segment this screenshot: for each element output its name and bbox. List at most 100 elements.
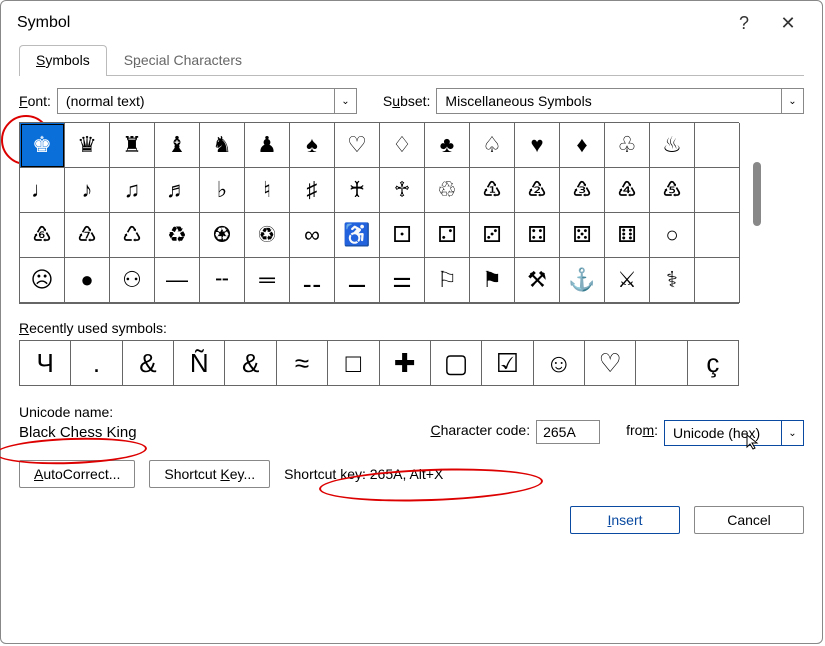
symbol-cell[interactable]: ♬ (155, 168, 200, 213)
symbol-cell[interactable]: ♱ (380, 168, 425, 213)
recent-cell[interactable]: ç (688, 341, 738, 385)
symbol-cell[interactable] (695, 213, 740, 258)
symbol-cell[interactable]: ♶ (605, 168, 650, 213)
insert-button[interactable]: Insert (570, 506, 680, 534)
symbol-cell[interactable]: ♠ (290, 123, 335, 168)
symbol-cell[interactable]: ⚄ (560, 213, 605, 258)
symbol-cell[interactable]: ♚ (20, 123, 65, 168)
symbol-cell[interactable]: ♪ (65, 168, 110, 213)
symbol-cell[interactable]: ♿ (335, 213, 380, 258)
symbol-cell[interactable]: ═ (245, 258, 290, 303)
chevron-down-icon: ⌄ (781, 421, 803, 445)
symbol-cell[interactable]: ⚇ (110, 258, 155, 303)
symbol-cell[interactable]: ♟ (245, 123, 290, 168)
from-select[interactable]: Unicode (hex) ⌄ (664, 420, 804, 446)
symbol-cell[interactable]: ♼ (200, 213, 245, 258)
scrollbar[interactable] (739, 122, 775, 304)
symbol-cell[interactable]: ⚔ (605, 258, 650, 303)
recent-cell[interactable]: ☑ (482, 341, 533, 385)
font-label: Font: (19, 93, 51, 109)
symbol-cell[interactable]: ♵ (560, 168, 605, 213)
close-button[interactable]: ✕ (766, 9, 810, 37)
symbol-cell[interactable]: ♨ (650, 123, 695, 168)
shortcut-key-button[interactable]: Shortcut Key... (149, 460, 270, 488)
recent-cell[interactable]: ☺ (534, 341, 585, 385)
char-code-label: Character code: (430, 422, 530, 438)
symbol-cell[interactable]: ♰ (335, 168, 380, 213)
cancel-button[interactable]: Cancel (694, 506, 804, 534)
symbol-cell[interactable]: ♴ (515, 168, 560, 213)
symbol-cell[interactable]: ♸ (20, 213, 65, 258)
symbol-cell[interactable]: ♮ (245, 168, 290, 213)
symbol-cell[interactable]: — (155, 258, 200, 303)
tab-symbols[interactable]: Symbols (19, 45, 107, 76)
symbol-cell[interactable]: ♻ (155, 213, 200, 258)
symbol-cell[interactable]: ♣ (425, 123, 470, 168)
symbol-cell[interactable]: ⚒ (515, 258, 560, 303)
symbol-cell[interactable]: ⚕ (650, 258, 695, 303)
symbol-cell[interactable]: ♯ (290, 168, 335, 213)
symbol-cell[interactable]: ☹ (20, 258, 65, 303)
tab-special-characters[interactable]: Special Characters (107, 45, 259, 76)
symbol-grid[interactable]: ♚♛♜♝♞♟♠♡♢♣♤♥♦♧♨ ♩♪♫♬♭♮♯♰♱♲♳♴♵♶♷ ♸♹♺♻♼♽∞♿⚀⚁… (19, 122, 739, 304)
symbol-cell[interactable]: ⚁ (425, 213, 470, 258)
symbol-cell[interactable]: ♤ (470, 123, 515, 168)
recent-cell[interactable]: ✚ (380, 341, 431, 385)
symbol-cell[interactable]: ♞ (200, 123, 245, 168)
symbol-cell[interactable]: ♽ (245, 213, 290, 258)
symbol-cell[interactable]: ♩ (20, 168, 65, 213)
symbol-cell[interactable]: ♦ (560, 123, 605, 168)
dialog-title: Symbol (17, 14, 70, 32)
recent-cell[interactable]: ♡ (585, 341, 636, 385)
recent-cell[interactable]: ▢ (431, 341, 482, 385)
symbol-cell[interactable] (695, 123, 740, 168)
symbol-cell[interactable]: ♝ (155, 123, 200, 168)
recent-cell[interactable]: & (123, 341, 174, 385)
symbol-cell[interactable]: ⚃ (515, 213, 560, 258)
symbol-cell[interactable]: ⚋ (290, 258, 335, 303)
symbol-cell[interactable]: ♫ (110, 168, 155, 213)
symbol-cell[interactable]: ♜ (110, 123, 155, 168)
symbol-cell[interactable]: ♺ (110, 213, 155, 258)
symbol-cell[interactable]: ♥ (515, 123, 560, 168)
recent-grid[interactable]: Ч.&Ñ&≈□✚▢☑☺♡ç (19, 340, 739, 386)
symbol-cell[interactable]: ⚌ (380, 258, 425, 303)
symbol-cell[interactable]: ⚀ (380, 213, 425, 258)
symbol-cell[interactable]: ∞ (290, 213, 335, 258)
recent-cell[interactable]: . (71, 341, 122, 385)
symbol-cell[interactable]: ⚂ (470, 213, 515, 258)
symbol-cell[interactable]: ♧ (605, 123, 650, 168)
symbol-cell[interactable]: ⚑ (470, 258, 515, 303)
symbol-cell[interactable]: ♲ (425, 168, 470, 213)
recent-cell[interactable] (636, 341, 687, 385)
recent-cell[interactable]: Ч (20, 341, 71, 385)
symbol-cell[interactable]: ⚅ (605, 213, 650, 258)
char-code-input[interactable]: 265A (536, 420, 600, 444)
autocorrect-button[interactable]: AutoCorrect... (19, 460, 135, 488)
recent-cell[interactable]: & (225, 341, 276, 385)
symbol-cell[interactable]: ♹ (65, 213, 110, 258)
symbol-cell[interactable]: ○ (650, 213, 695, 258)
symbol-cell[interactable]: ● (65, 258, 110, 303)
symbol-cell[interactable]: ⚊ (335, 258, 380, 303)
symbol-cell[interactable]: ♷ (650, 168, 695, 213)
recent-cell[interactable]: □ (328, 341, 379, 385)
symbol-cell[interactable]: ♳ (470, 168, 515, 213)
symbol-cell[interactable] (695, 168, 740, 213)
symbol-cell[interactable]: ♭ (200, 168, 245, 213)
symbol-cell[interactable] (695, 258, 740, 303)
subset-select[interactable]: Miscellaneous Symbols ⌄ (436, 88, 804, 114)
symbol-cell[interactable]: ♢ (380, 123, 425, 168)
unicode-name: Black Chess King (19, 424, 269, 441)
symbol-cell[interactable]: ⚐ (425, 258, 470, 303)
scrollbar-thumb[interactable] (753, 162, 761, 226)
symbol-cell[interactable]: ♛ (65, 123, 110, 168)
recent-cell[interactable]: Ñ (174, 341, 225, 385)
recent-cell[interactable]: ≈ (277, 341, 328, 385)
help-button[interactable]: ? (722, 9, 766, 37)
symbol-cell[interactable]: ╌ (200, 258, 245, 303)
font-select[interactable]: (normal text) ⌄ (57, 88, 357, 114)
chevron-down-icon: ⌄ (334, 89, 356, 113)
symbol-cell[interactable]: ♡ (335, 123, 380, 168)
symbol-cell[interactable]: ⚓ (560, 258, 605, 303)
